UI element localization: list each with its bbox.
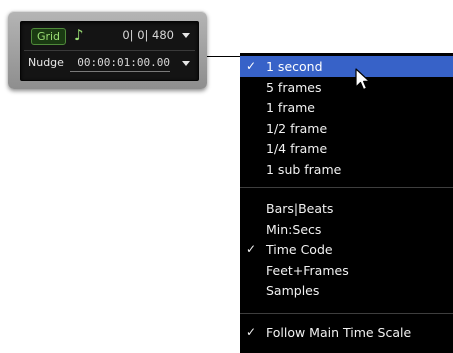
menu-item-5-frames[interactable]: 5 frames: [240, 77, 453, 98]
menu-item-follow-main-time-scale[interactable]: ✓ Follow Main Time Scale: [240, 322, 453, 343]
menu-item-label: Feet+Frames: [266, 262, 349, 278]
menu-item-label: Follow Main Time Scale: [266, 325, 412, 340]
menu-item-samples[interactable]: Samples: [240, 280, 453, 301]
menu-item-bars-beats[interactable]: Bars|Beats: [240, 198, 453, 219]
menu-item-label: 1/4 frame: [266, 141, 328, 157]
menu-item-1-4-frame[interactable]: 1/4 frame: [240, 138, 453, 159]
grid-nudge-panel: Grid ♪ 0| 0| 480 Nudge 00:00:01:00.00: [8, 11, 207, 89]
menu-item-1-second[interactable]: ✓ 1 second: [240, 56, 453, 77]
menu-item-label: Samples: [266, 283, 320, 299]
checkmark-icon: ✓: [246, 59, 257, 73]
menu-item-min-secs[interactable]: Min:Secs: [240, 219, 453, 240]
menu-item-1-2-frame[interactable]: 1/2 frame: [240, 118, 453, 139]
grid-button[interactable]: Grid: [31, 28, 66, 45]
menu-item-label: Bars|Beats: [266, 201, 334, 216]
grid-nudge-display: Grid ♪ 0| 0| 480 Nudge 00:00:01:00.00: [20, 21, 199, 81]
menu-item-label: 1 sub frame: [266, 162, 342, 177]
menu-item-1-sub-frame[interactable]: 1 sub frame: [240, 159, 453, 180]
nudge-dropdown-arrow-icon[interactable]: [182, 61, 190, 66]
nudge-dropdown-menu: ✓ 1 second 5 frames 1 frame 1/2 frame 1/4 fra…: [240, 53, 453, 353]
menu-item-label: Min:Secs: [266, 221, 322, 237]
nudge-value[interactable]: 00:00:01:00.00: [70, 55, 170, 72]
menu-item-feet-frames[interactable]: Feet+Frames: [240, 260, 453, 281]
checkmark-icon: ✓: [246, 242, 257, 257]
menu-item-time-code[interactable]: ✓ Time Code: [240, 239, 453, 260]
eighth-note-icon: ♪: [74, 26, 84, 44]
menu-item-label: Time Code: [266, 242, 333, 258]
menu-separator: [240, 187, 453, 188]
menu-item-1-frame[interactable]: 1 frame: [240, 97, 453, 118]
menu-separator: [240, 313, 453, 314]
menu-item-label: 1/2 frame: [266, 120, 328, 136]
grid-dropdown-arrow-icon[interactable]: [182, 33, 190, 38]
nudge-label: Nudge: [28, 56, 64, 69]
callout-line: [207, 56, 241, 57]
mouse-pointer-icon: [355, 68, 371, 91]
menu-item-label: 1 second: [266, 59, 323, 74]
checkmark-icon: ✓: [246, 325, 257, 339]
grid-value[interactable]: 0| 0| 480: [122, 26, 174, 44]
menu-item-label: 5 frames: [266, 79, 322, 95]
menu-item-label: 1 frame: [266, 100, 315, 116]
panel-divider: [24, 50, 195, 51]
